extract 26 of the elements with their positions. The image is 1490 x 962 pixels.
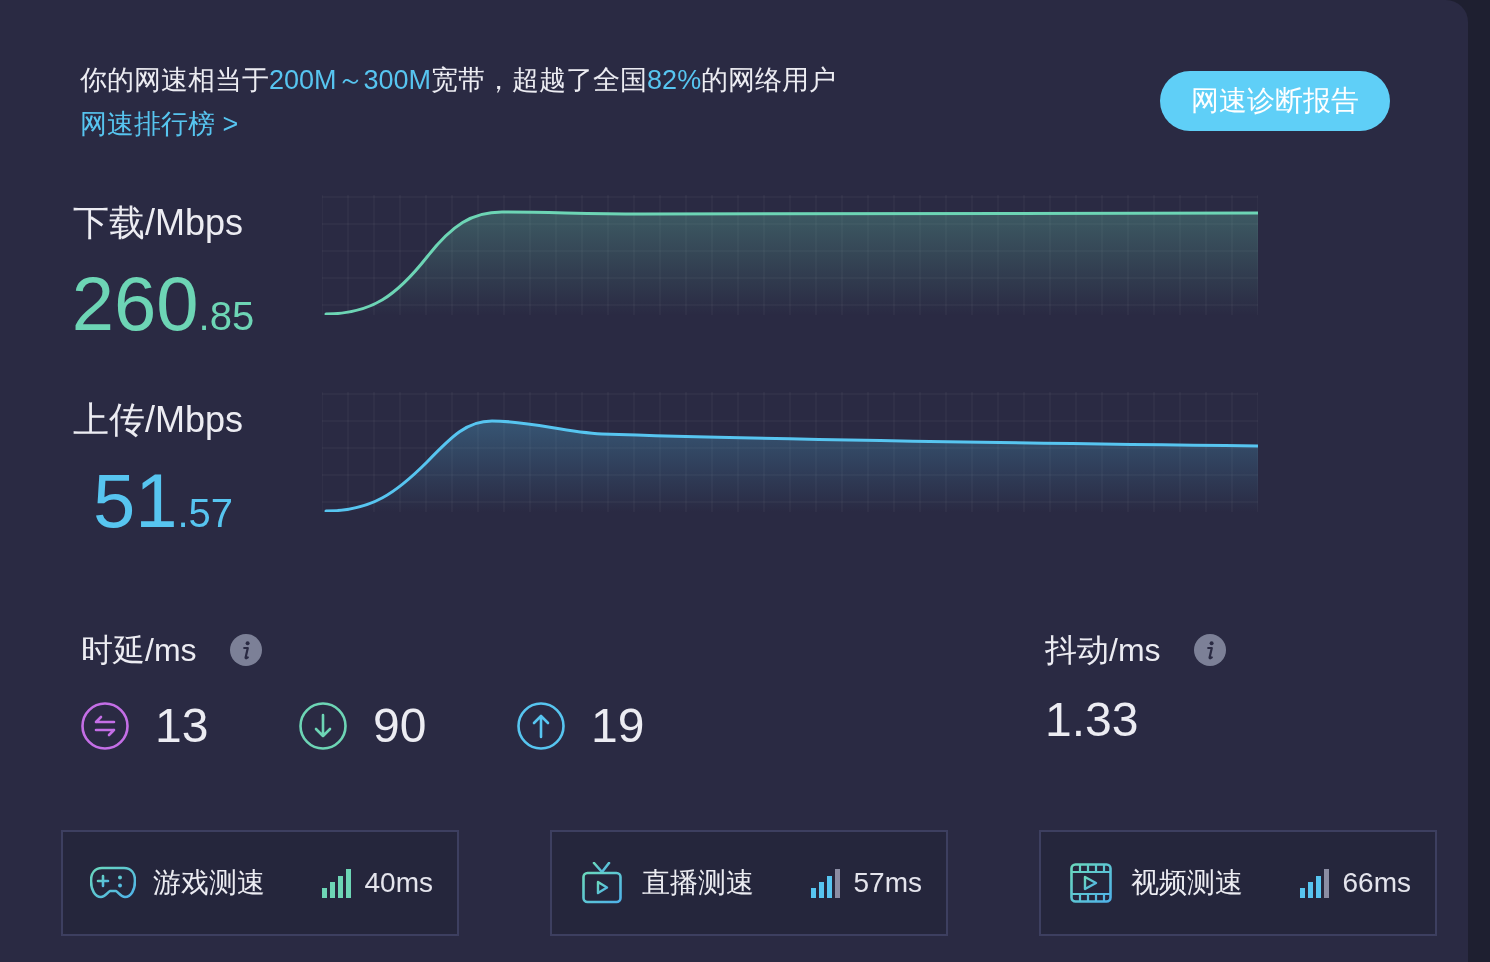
speed-test-card[interactable]: 游戏测速 40ms [61,830,459,936]
speed-value: 51.57 [92,461,234,545]
latency-value: 13 [155,702,209,750]
test-name: 直播测速 [642,866,754,900]
test-name: 视频测速 [1131,866,1243,900]
info-icon[interactable] [1193,634,1226,666]
test-name: 游戏测速 [153,866,265,900]
gamepad-icon [90,866,136,900]
jitter-label: 抖动/ms [1045,631,1161,670]
film-play-icon [1070,863,1112,903]
test-latency: 66ms [1342,867,1411,899]
tv-icon [582,862,622,904]
test-latency: 40ms [364,867,433,899]
info-icon[interactable] [229,634,262,666]
test-latency: 57ms [853,867,922,899]
speed-test-card[interactable]: 直播测速 57ms [550,830,948,936]
latency-value: 90 [373,702,427,750]
speed-value: 260.85 [71,264,255,348]
speed-summary-text: 你的网速相当于200M～300M宽带，超越了全国82%的网络用户 [80,64,837,97]
speed-label: 下载/Mbps [73,202,244,244]
latency-label: 时延/ms [81,631,197,670]
speed-test-card[interactable]: 视频测速 66ms [1039,830,1437,936]
latency-value: 19 [591,702,645,750]
jitter-value: 1.33 [1045,696,1139,744]
ranking-link[interactable]: 网速排行榜 > [80,102,239,146]
speed-label: 上传/Mbps [73,399,244,441]
